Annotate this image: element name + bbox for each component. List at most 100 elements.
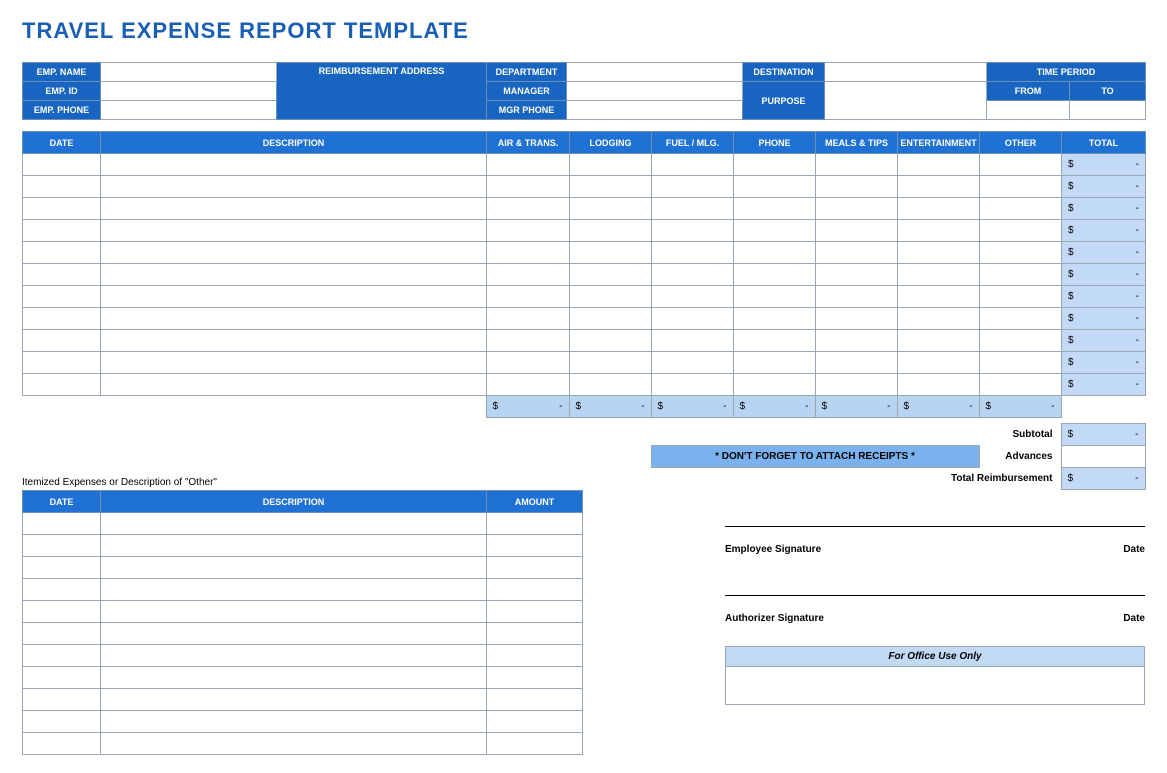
itemized-cell[interactable]	[101, 689, 487, 711]
expense-cell[interactable]	[734, 154, 816, 176]
itemized-cell[interactable]	[101, 513, 487, 535]
itemized-cell[interactable]	[487, 667, 583, 689]
itemized-cell[interactable]	[487, 711, 583, 733]
expense-cell[interactable]	[101, 374, 487, 396]
expense-cell[interactable]	[898, 330, 980, 352]
expense-cell[interactable]	[980, 330, 1062, 352]
expense-cell[interactable]	[980, 264, 1062, 286]
itemized-cell[interactable]	[487, 733, 583, 755]
expense-cell[interactable]	[652, 330, 734, 352]
expense-cell[interactable]	[816, 374, 898, 396]
expense-cell[interactable]	[980, 374, 1062, 396]
to-input[interactable]	[1070, 101, 1146, 120]
expense-cell[interactable]	[23, 154, 101, 176]
expense-cell[interactable]	[980, 220, 1062, 242]
expense-cell[interactable]	[898, 198, 980, 220]
itemized-cell[interactable]	[23, 601, 101, 623]
expense-cell[interactable]	[652, 154, 734, 176]
itemized-cell[interactable]	[23, 623, 101, 645]
expense-cell[interactable]	[23, 198, 101, 220]
itemized-cell[interactable]	[23, 557, 101, 579]
expense-cell[interactable]	[816, 352, 898, 374]
itemized-cell[interactable]	[23, 667, 101, 689]
expense-cell[interactable]	[570, 352, 652, 374]
expense-cell[interactable]	[816, 220, 898, 242]
expense-cell[interactable]	[734, 220, 816, 242]
itemized-cell[interactable]	[101, 601, 487, 623]
expense-cell[interactable]	[23, 330, 101, 352]
expense-cell[interactable]	[816, 176, 898, 198]
expense-cell[interactable]	[101, 154, 487, 176]
expense-cell[interactable]	[570, 198, 652, 220]
expense-cell[interactable]	[23, 308, 101, 330]
itemized-cell[interactable]	[101, 711, 487, 733]
manager-input[interactable]	[567, 82, 743, 101]
expense-cell[interactable]	[898, 220, 980, 242]
destination-input[interactable]	[825, 63, 987, 82]
expense-cell[interactable]	[816, 154, 898, 176]
emp-name-input[interactable]	[101, 63, 277, 82]
expense-cell[interactable]	[652, 242, 734, 264]
itemized-cell[interactable]	[23, 711, 101, 733]
expense-cell[interactable]	[487, 374, 570, 396]
expense-cell[interactable]	[734, 374, 816, 396]
expense-cell[interactable]	[23, 374, 101, 396]
expense-cell[interactable]	[652, 176, 734, 198]
expense-cell[interactable]	[487, 220, 570, 242]
employee-signature-line[interactable]	[725, 526, 1145, 544]
expense-cell[interactable]	[487, 176, 570, 198]
itemized-cell[interactable]	[23, 535, 101, 557]
expense-cell[interactable]	[898, 242, 980, 264]
expense-cell[interactable]	[570, 264, 652, 286]
expense-cell[interactable]	[487, 154, 570, 176]
expense-cell[interactable]	[101, 220, 487, 242]
itemized-cell[interactable]	[23, 733, 101, 755]
expense-cell[interactable]	[980, 154, 1062, 176]
expense-cell[interactable]	[487, 330, 570, 352]
itemized-cell[interactable]	[101, 733, 487, 755]
emp-phone-input[interactable]	[101, 101, 277, 120]
expense-cell[interactable]	[734, 330, 816, 352]
itemized-cell[interactable]	[487, 557, 583, 579]
itemized-cell[interactable]	[23, 579, 101, 601]
expense-cell[interactable]	[898, 176, 980, 198]
expense-cell[interactable]	[101, 352, 487, 374]
expense-cell[interactable]	[487, 198, 570, 220]
expense-cell[interactable]	[23, 352, 101, 374]
expense-cell[interactable]	[487, 264, 570, 286]
expense-cell[interactable]	[652, 286, 734, 308]
expense-cell[interactable]	[101, 286, 487, 308]
expense-cell[interactable]	[652, 198, 734, 220]
expense-cell[interactable]	[487, 242, 570, 264]
expense-cell[interactable]	[816, 330, 898, 352]
expense-cell[interactable]	[898, 264, 980, 286]
itemized-cell[interactable]	[101, 667, 487, 689]
itemized-cell[interactable]	[101, 535, 487, 557]
itemized-cell[interactable]	[101, 579, 487, 601]
expense-cell[interactable]	[734, 264, 816, 286]
emp-id-input[interactable]	[101, 82, 277, 101]
expense-cell[interactable]	[570, 286, 652, 308]
itemized-cell[interactable]	[101, 557, 487, 579]
expense-cell[interactable]	[570, 176, 652, 198]
expense-cell[interactable]	[101, 176, 487, 198]
expense-cell[interactable]	[816, 286, 898, 308]
itemized-cell[interactable]	[487, 601, 583, 623]
expense-cell[interactable]	[734, 198, 816, 220]
expense-cell[interactable]	[652, 220, 734, 242]
itemized-cell[interactable]	[487, 579, 583, 601]
expense-cell[interactable]	[980, 352, 1062, 374]
expense-cell[interactable]	[487, 352, 570, 374]
expense-cell[interactable]	[23, 286, 101, 308]
expense-cell[interactable]	[101, 308, 487, 330]
expense-cell[interactable]	[898, 308, 980, 330]
expense-cell[interactable]	[570, 220, 652, 242]
expense-cell[interactable]	[101, 264, 487, 286]
itemized-cell[interactable]	[23, 689, 101, 711]
expense-cell[interactable]	[570, 330, 652, 352]
expense-cell[interactable]	[734, 176, 816, 198]
department-input[interactable]	[567, 63, 743, 82]
expense-cell[interactable]	[23, 242, 101, 264]
expense-cell[interactable]	[898, 352, 980, 374]
office-use-body[interactable]	[726, 667, 1145, 705]
